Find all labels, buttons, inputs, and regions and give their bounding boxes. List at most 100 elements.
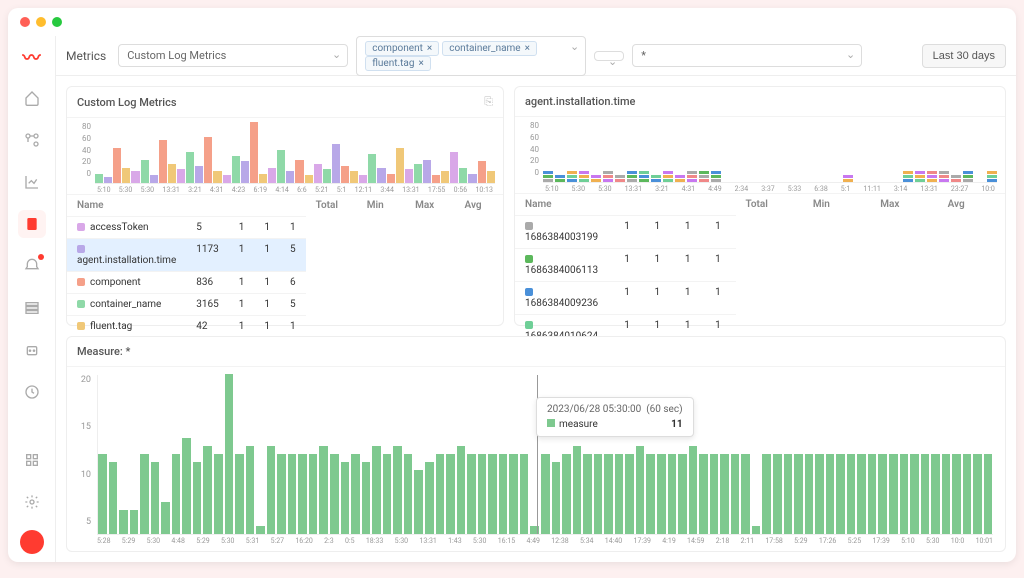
measure-bar[interactable] [235,454,244,534]
measure-bar[interactable] [362,462,371,534]
measure-bar[interactable] [552,462,561,534]
measure-bar[interactable] [963,454,972,534]
nav-apps-icon[interactable] [18,446,46,474]
measure-bar[interactable] [151,462,160,534]
measure-bar[interactable] [678,454,687,534]
measure-bar[interactable] [225,374,234,534]
measure-bar[interactable] [646,454,655,534]
table-row[interactable]: agent.installation.time1173115 [67,238,306,271]
measure-bar[interactable] [805,454,814,534]
time-range-button[interactable]: Last 30 days [922,44,1006,68]
measure-bar[interactable] [731,454,740,534]
table-row[interactable]: 16863840092361111 [515,281,736,314]
measure-bar[interactable] [404,454,413,534]
measure-bar[interactable] [615,454,624,534]
filter-chip[interactable]: container_name × [442,41,537,56]
measure-bar[interactable] [530,526,539,534]
measure-bar[interactable] [921,454,930,534]
measure-bar[interactable] [172,454,181,534]
measure-bar[interactable] [488,454,497,534]
table-row[interactable]: fluent.tag42111 [67,315,306,337]
measure-bar[interactable] [973,454,982,534]
measure-bar[interactable] [573,446,582,534]
measure-bar[interactable] [203,446,212,534]
measure-bar[interactable] [889,454,898,534]
measure-bar[interactable] [288,454,297,534]
nav-settings-icon[interactable] [18,488,46,516]
measure-bar[interactable] [425,462,434,534]
measure-bar[interactable] [109,462,118,534]
measure-bar[interactable] [878,454,887,534]
close-dot[interactable] [20,17,30,27]
measure-bar[interactable] [541,454,550,534]
measure-bar[interactable] [625,454,634,534]
measure-bar[interactable] [900,454,909,534]
extra-select[interactable] [594,51,624,61]
measure-bar[interactable] [193,462,202,534]
measure-bar[interactable] [815,454,824,534]
measure-bar[interactable] [98,454,107,534]
measure-bar[interactable] [826,454,835,534]
measure-bar[interactable] [604,454,613,534]
measure-bar[interactable] [910,454,919,534]
measure-bar[interactable] [583,454,592,534]
measure-bar[interactable] [657,454,666,534]
measure-bar[interactable] [509,454,518,534]
metric-select[interactable]: Custom Log Metrics [118,44,348,67]
query-select[interactable]: * [632,44,862,67]
table-header[interactable]: Max [405,194,454,216]
measure-bar[interactable] [246,446,255,534]
table-header[interactable]: Name [67,194,306,216]
measure-bar[interactable] [130,510,139,534]
measure-bar[interactable] [710,454,719,534]
table-row[interactable]: accessToken5111 [67,216,306,238]
table-header[interactable]: Avg [455,194,503,216]
measure-bar[interactable] [119,510,128,534]
measure-bar[interactable] [277,454,286,534]
measure-bar[interactable] [330,454,339,534]
filter-chip[interactable]: fluent.tag × [365,56,431,71]
measure-bar[interactable] [372,446,381,534]
chip-remove-icon[interactable]: × [525,43,530,54]
chip-remove-icon[interactable]: × [427,43,432,54]
measure-bar[interactable] [383,454,392,534]
nav-alerts-icon[interactable] [18,252,46,280]
nav-infra-icon[interactable] [18,294,46,322]
table-header[interactable]: Avg [938,193,1005,215]
measure-bar[interactable] [931,454,940,534]
nav-chart-icon[interactable] [18,168,46,196]
measure-bar[interactable] [794,454,803,534]
measure-bar[interactable] [319,446,328,534]
measure-bar[interactable] [214,454,223,534]
table-header[interactable]: Total [736,193,803,215]
measure-bar[interactable] [161,502,170,534]
measure-bar[interactable] [636,446,645,534]
measure-bar[interactable] [341,462,350,534]
table-header[interactable]: Name [515,193,736,215]
measure-bar[interactable] [182,438,191,534]
chart-right[interactable]: 806040200 5:105:305:3013:313:214:314:492… [515,117,1005,193]
chip-remove-icon[interactable]: × [419,58,424,69]
measure-bar[interactable] [499,454,508,534]
measure-bar[interactable] [942,454,951,534]
chart-left[interactable]: 806040200 5:105:305:3013:313:214:314:236… [67,118,503,194]
measure-bar[interactable] [836,454,845,534]
measure-bar[interactable] [267,446,276,534]
measure-bar[interactable] [562,454,571,534]
table-row[interactable]: 16863840061131111 [515,248,736,281]
measure-bar[interactable] [520,454,529,534]
measure-bar[interactable] [457,446,466,534]
filter-chip[interactable]: component × [365,41,439,56]
measure-bar[interactable] [699,454,708,534]
filter-chip-select[interactable]: component ×container_name × fluent.tag × [356,36,586,76]
measure-bar[interactable] [784,454,793,534]
measure-bar[interactable] [984,454,993,534]
measure-bar[interactable] [446,454,455,534]
measure-bar[interactable] [140,454,149,534]
measure-bar[interactable] [298,454,307,534]
measure-bar[interactable] [393,446,402,534]
measure-bar[interactable] [720,454,729,534]
nav-robot-icon[interactable] [18,336,46,364]
measure-bar[interactable] [773,454,782,534]
chart-measure[interactable]: 2015105 5:285:295:304:485:295:305:315:27… [67,367,1005,551]
